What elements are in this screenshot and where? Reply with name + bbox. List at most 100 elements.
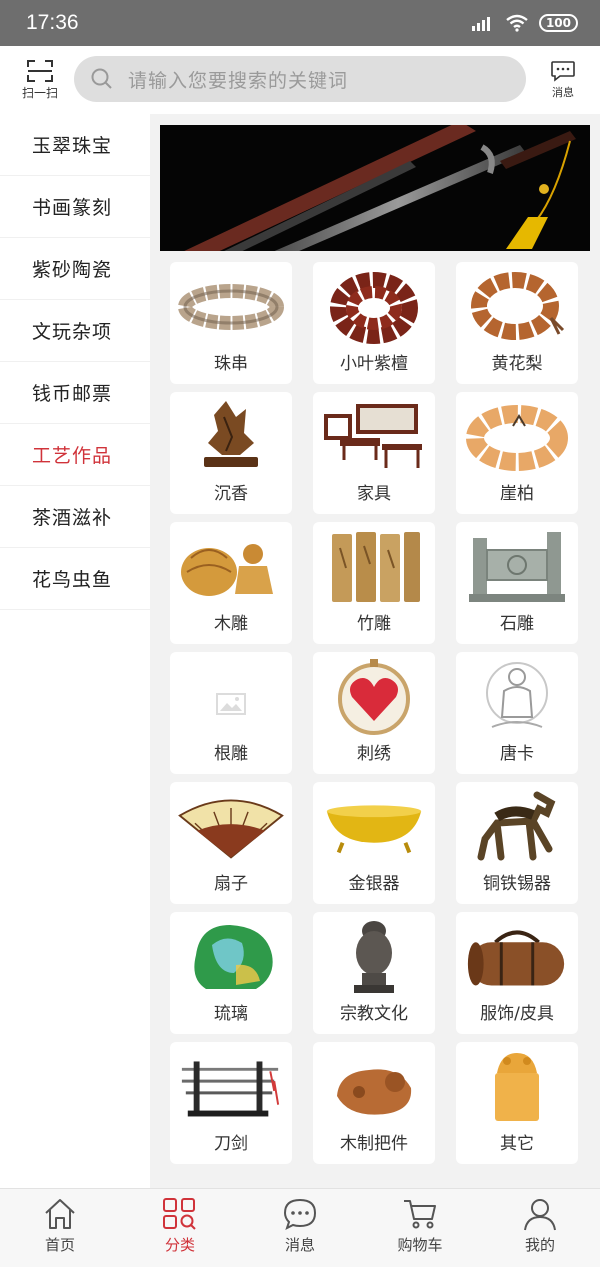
message-label: 消息 [552,86,574,99]
sidebar-item-coins-stamps[interactable]: 钱币邮票 [0,362,150,424]
status-icons: 100 [471,14,578,32]
sidebar-item-tea-wine[interactable]: 茶酒滋补 [0,486,150,548]
search-icon [91,68,112,89]
category-tile-religious-culture[interactable]: 宗教文化 [313,912,435,1034]
furniture-set-image [324,404,422,468]
sidebar-item-calligraphy-painting[interactable]: 书画篆刻 [0,176,150,238]
category-tile-copper-iron-tin[interactable]: 铜铁锡器 [456,782,578,904]
sidebar-item-flowers-birds[interactable]: 花鸟虫鱼 [0,548,150,610]
category-tile-root-carving[interactable]: 根雕 [170,652,292,774]
agarwood-carving-image [204,401,258,467]
chat-icon [283,1198,317,1230]
tile-label: 崖柏 [500,484,534,504]
wooden-handpiece-image [337,1069,412,1115]
category-tile-swords[interactable]: 刀剑 [170,1042,292,1164]
tab-profile[interactable]: 我的 [480,1189,600,1267]
sidebar-item-crafts[interactable]: 工艺作品 [0,424,150,486]
tab-category[interactable]: 分类 [120,1189,240,1267]
home-icon [45,1199,75,1229]
tile-label: 宗教文化 [340,1004,408,1024]
tile-label: 铜铁锡器 [483,874,551,894]
tab-label: 首页 [44,1236,75,1254]
tile-label: 木雕 [214,614,248,634]
wifi-icon [506,14,528,32]
category-tile-furniture[interactable]: 家具 [313,392,435,514]
category-content: 珠串 小叶紫檀 黄花梨 沉香 家具 崖柏 木雕 竹雕 石雕 根雕 刺绣 唐卡 扇… [150,114,600,1188]
sidebar-item-jade-jewelry[interactable]: 玉翠珠宝 [0,114,150,176]
huanghuali-beads-image [471,272,565,340]
tile-label: 刀剑 [214,1134,248,1154]
category-tile-fans[interactable]: 扇子 [170,782,292,904]
leather-bag-image [467,930,565,986]
sidebar-item-pottery-ceramics[interactable]: 紫砂陶瓷 [0,238,150,300]
battery-indicator: 100 [538,14,578,32]
tab-label: 我的 [524,1236,555,1254]
category-tile-bamboo-carving[interactable]: 竹雕 [313,522,435,644]
category-tile-others[interactable]: 其它 [456,1042,578,1164]
category-icon [163,1198,196,1230]
category-tile-wooden-handpiece[interactable]: 木制把件 [313,1042,435,1164]
category-tile-apparel-leather[interactable]: 服饰/皮具 [456,912,578,1034]
promo-banner[interactable] [160,125,590,251]
tile-label: 木制把件 [340,1134,408,1154]
tab-label: 分类 [164,1236,195,1254]
category-tile-glass[interactable]: 琉璃 [170,912,292,1034]
cart-icon [404,1200,436,1229]
category-tile-beads[interactable]: 珠串 [170,262,292,384]
tab-messages[interactable]: 消息 [240,1189,360,1267]
scan-label: 扫一扫 [21,86,58,100]
message-icon [551,61,575,82]
glass-art-image [194,925,273,989]
category-tile-huanghuali[interactable]: 黄花梨 [456,262,578,384]
thangka-image [486,662,548,728]
tile-label: 沉香 [214,484,248,504]
signal-icon [471,17,490,31]
tile-label: 琉璃 [214,1004,248,1024]
sidebar-item-curios[interactable]: 文玩杂项 [0,300,150,362]
stone-railing-image [469,532,565,602]
tile-label: 小叶紫檀 [340,354,408,374]
category-tile-agarwood[interactable]: 沉香 [170,392,292,514]
search-input[interactable]: 请输入您要搜索的关键词 [74,56,526,102]
gold-bowl-image [326,805,422,854]
user-icon [524,1199,556,1231]
tab-home[interactable]: 首页 [0,1189,120,1267]
embroidery-hoop-image [338,659,410,735]
image-placeholder-icon [216,693,246,715]
tile-label: 金银器 [348,874,400,894]
wood-carving-image [181,544,273,596]
bead-bracelet-image [178,284,284,330]
tile-label: 竹雕 [357,614,391,634]
tile-label: 家具 [357,484,391,504]
bottom-tab-bar: 首页 分类 消息 购物车 我的 [0,1188,600,1267]
category-tile-stone-carving[interactable]: 石雕 [456,522,578,644]
search-placeholder: 请输入您要搜索的关键词 [128,69,349,92]
scan-icon [27,60,53,82]
cypress-beads-image [466,405,568,471]
swords-banner-image [160,125,590,251]
buddha-head-image [354,921,394,993]
category-tile-red-sandalwood[interactable]: 小叶紫檀 [313,262,435,384]
tab-cart[interactable]: 购物车 [360,1189,480,1267]
tile-label: 扇子 [214,874,248,894]
bamboo-carving-image [332,532,420,602]
tile-label: 其它 [500,1134,534,1154]
tab-label: 消息 [284,1236,315,1254]
category-tile-embroidery[interactable]: 刺绣 [313,652,435,774]
category-tile-wood-carving[interactable]: 木雕 [170,522,292,644]
category-sidebar: 玉翠珠宝 书画篆刻 紫砂陶瓷 文玩杂项 钱币邮票 工艺作品 茶酒滋补 花鸟虫鱼 [0,114,150,1188]
header: 扫一扫 请输入您要搜索的关键词 消息 [0,46,600,114]
category-tile-gold-silver[interactable]: 金银器 [313,782,435,904]
tile-label: 黄花梨 [491,354,543,374]
category-tile-thangka[interactable]: 唐卡 [456,652,578,774]
status-bar: 17:36 100 [0,0,600,46]
tile-label: 石雕 [500,614,534,634]
tile-label: 唐卡 [500,744,534,764]
tile-label: 服饰/皮具 [480,1004,554,1024]
sandalwood-beads-image [330,272,418,344]
category-tile-cliff-cypress[interactable]: 崖柏 [456,392,578,514]
tab-label: 购物车 [397,1236,443,1254]
message-button[interactable]: 消息 [536,46,590,114]
scan-button[interactable]: 扫一扫 [0,46,80,114]
bronze-horse-image [477,791,556,861]
